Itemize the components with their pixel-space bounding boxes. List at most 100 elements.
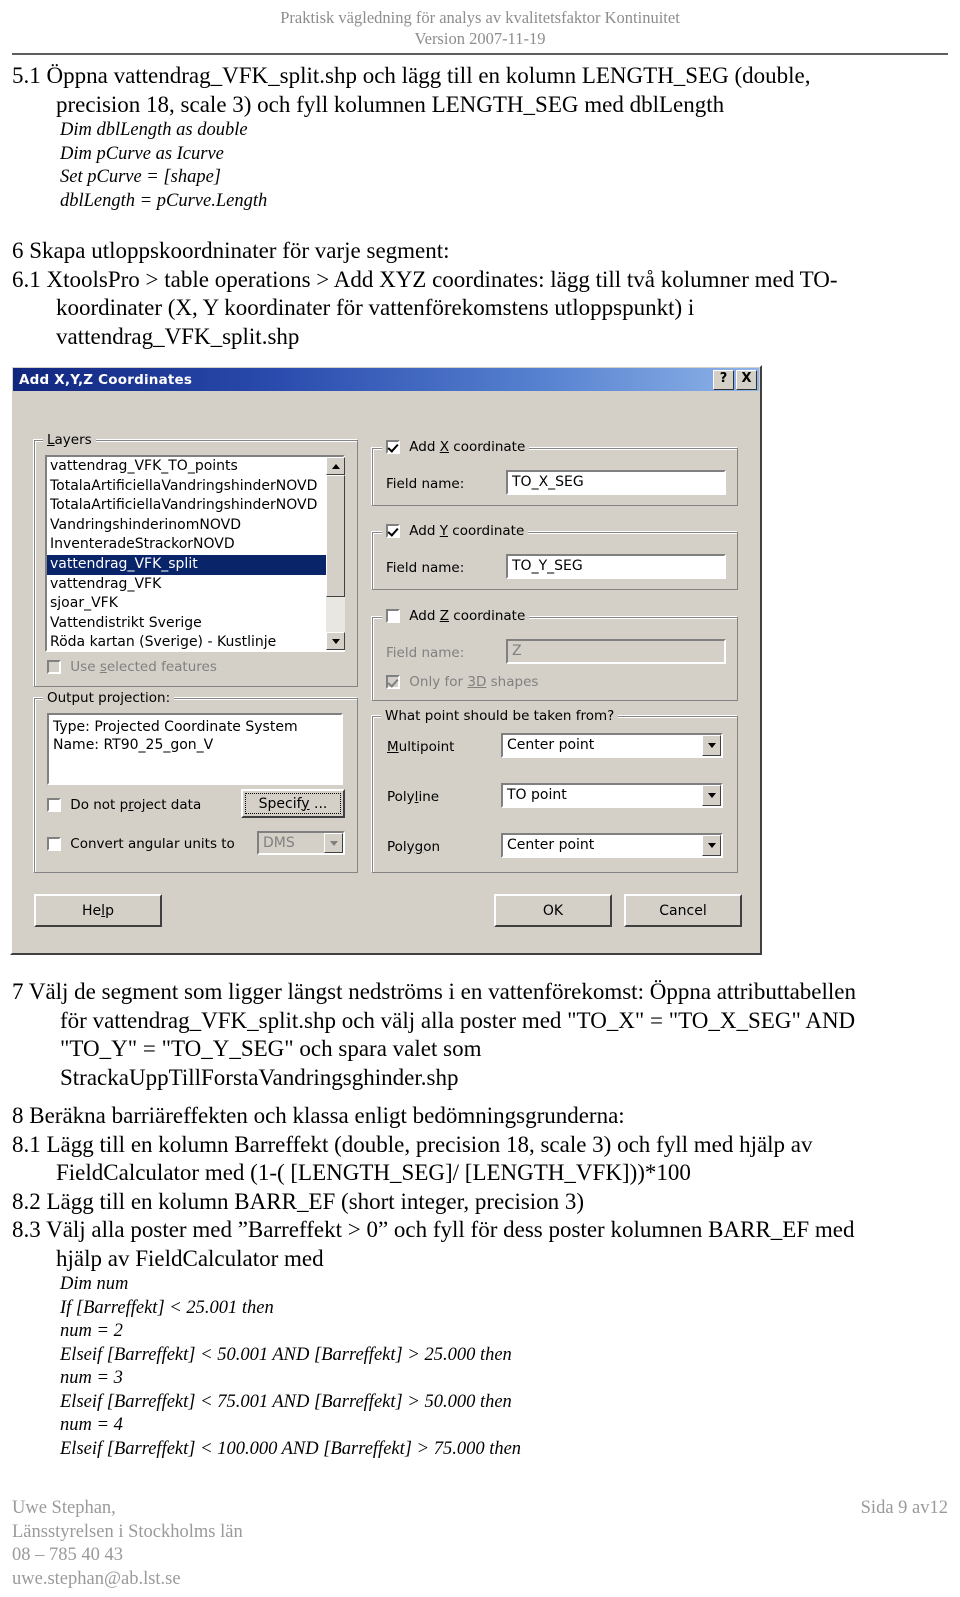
step-6-1-line3: vattendrag_VFK_split.shp [56, 323, 300, 349]
projection-info-box: Type: Projected Coordinate System Name: … [47, 713, 343, 785]
add-x-coordinate-label: Add X coordinate [409, 439, 526, 455]
scroll-up-icon[interactable] [326, 457, 345, 475]
code-8-3-line-6: num = 4 [60, 1415, 123, 1435]
checkbox-box[interactable] [386, 609, 400, 623]
list-item[interactable]: Röda kartan (Sverige) - Kustlinje [47, 633, 343, 650]
z-field-name-label: Field name: [386, 645, 465, 661]
code-5-1-line-0: Dim dblLength as double [60, 120, 248, 140]
scrollbar-track[interactable] [326, 475, 345, 632]
add-z-coordinate-checkbox[interactable]: Add Z coordinate [382, 608, 530, 624]
code-5-1-line-1: Dim pCurve as Icurve [60, 143, 224, 164]
list-item[interactable]: vattendrag_VFK_TO_points [47, 457, 343, 477]
add-y-coordinate-checkbox[interactable]: Add Y coordinate [382, 523, 529, 539]
list-item[interactable]: VandringshinderinomNOVD [47, 516, 343, 536]
step-8-1-line1: 8.1 Lägg till en kolumn Barreffekt (doub… [12, 1131, 813, 1157]
footer-email: uwe.stephan@ab.lst.se [12, 1568, 181, 1589]
step-8-3-line1: 8.3 Välj alla poster med ”Barreffekt > 0… [12, 1217, 855, 1242]
polyline-select[interactable]: TO point [501, 783, 723, 808]
add-xyz-coordinates-dialog[interactable]: Add X,Y,Z Coordinates ? X Layers vattend… [10, 365, 762, 955]
footer-author: Uwe Stephan, [12, 1498, 116, 1518]
spacer-after-step-7 [12, 1092, 948, 1102]
header-divider [12, 53, 948, 55]
close-icon[interactable]: X [736, 369, 757, 390]
add-x-coordinate-checkbox[interactable]: Add X coordinate [382, 439, 530, 455]
code-8-3-line-4: num = 3 [60, 1368, 123, 1388]
code-8-3-line-0: Dim num [60, 1274, 129, 1294]
document-body-upper: 5.1 Öppna vattendrag_VFK_split.shp och l… [12, 62, 948, 351]
code-8-3-line-2: num = 2 [60, 1321, 123, 1341]
projection-name: Name: RT90_25_gon_V [53, 737, 214, 753]
only-for-3d-shapes-checkbox: Only for 3D shapes [386, 674, 538, 690]
step-6: 6 Skapa utloppskoordninater för varje se… [12, 238, 450, 263]
polyline-label: Polyline [387, 789, 440, 805]
angular-units-value: DMS [263, 835, 295, 851]
list-item-selected[interactable]: vattendrag_VFK_split [47, 554, 343, 575]
use-selected-features-checkbox[interactable]: Use selected features [47, 659, 217, 675]
list-item[interactable]: Vattendistrikt Sverige [47, 614, 343, 634]
chevron-down-icon[interactable] [702, 835, 721, 856]
step-7-line2: för vattendrag_VFK_split.shp och välj al… [60, 1007, 856, 1033]
chevron-down-icon[interactable] [324, 833, 343, 853]
layers-scrollbar[interactable] [326, 457, 345, 650]
specify-button-label: Specify ... [258, 795, 328, 812]
step-6-1-line2: koordinater (X, Y koordinater för vatten… [56, 295, 695, 320]
step-5-1-line2: precision 18, scale 3) och fyll kolumnen… [56, 91, 725, 117]
list-item[interactable]: vattendrag_VFK [47, 575, 343, 595]
code-8-3-line-3: Elseif [Barreffekt] < 50.001 AND [Barref… [60, 1344, 512, 1365]
what-point-label: What point should be taken from? [381, 708, 619, 724]
help-button[interactable]: Help [34, 894, 162, 927]
step-7-line4: StrackaUppTillForstaVandringsghinder.shp [60, 1064, 459, 1090]
polygon-label: Polygon [387, 839, 441, 855]
y-field-name-input[interactable]: TO_Y_SEG [506, 554, 726, 579]
step-8-2: 8.2 Lägg till en kolumn BARR_EF (short i… [12, 1188, 585, 1214]
layers-group-label: Layers [43, 432, 96, 448]
list-item[interactable]: TotalaArtificiellaVandringshinderNOVD [47, 477, 343, 497]
angular-units-select[interactable]: DMS [257, 831, 345, 855]
step-8: 8 Beräkna barriäreffekten och klassa enl… [12, 1103, 625, 1128]
code-8-3-line-1: If [Barreffekt] < 25.001 then [60, 1297, 274, 1318]
list-item[interactable]: sjoar_VFK [47, 594, 343, 614]
output-projection-group: Output projection: Type: Projected Coord… [34, 690, 358, 873]
footer-page-number: Sida 9 av12 [860, 1498, 948, 1518]
x-field-name-label: Field name: [386, 476, 465, 492]
list-item[interactable]: InventeradeStrackorNOVD [47, 535, 343, 555]
checkbox-box[interactable] [47, 837, 61, 851]
help-icon[interactable]: ? [713, 369, 734, 390]
dialog-body: Layers vattendrag_VFK_TO_points TotalaAr… [12, 392, 760, 953]
page-footer: Uwe Stephan, Länsstyrelsen i Stockholms … [12, 1497, 948, 1591]
x-field-name-input[interactable]: TO_X_SEG [506, 470, 726, 495]
multipoint-select[interactable]: Center point [501, 733, 723, 758]
header-title-line1: Praktisk vägledning för analys av kvalit… [280, 8, 680, 27]
step-7-line3: "TO_Y" = "TO_Y_SEG" och spara valet som [60, 1036, 482, 1061]
checkbox-box[interactable] [386, 440, 400, 454]
polyline-value: TO point [507, 787, 567, 803]
dialog-titlebar[interactable]: Add X,Y,Z Coordinates ? X [13, 368, 759, 391]
ok-button[interactable]: OK [494, 894, 612, 927]
chevron-down-icon[interactable] [702, 735, 721, 756]
only-for-3d-shapes-label: Only for 3D shapes [409, 674, 539, 690]
checkbox-box[interactable] [47, 660, 61, 674]
scroll-down-icon[interactable] [326, 632, 345, 650]
checkbox-box [386, 675, 400, 689]
checkbox-box[interactable] [386, 524, 400, 538]
convert-angular-units-checkbox[interactable]: Convert angular units to [47, 836, 235, 852]
scrollbar-thumb[interactable] [326, 475, 345, 597]
layers-listbox[interactable]: vattendrag_VFK_TO_points TotalaArtificie… [45, 455, 345, 652]
page-header: Praktisk vägledning för analys av kvalit… [0, 0, 960, 55]
cancel-button[interactable]: Cancel [624, 894, 742, 927]
step-6-1-line1: 6.1 XtoolsPro > table operations > Add X… [12, 266, 838, 292]
spacer-after-code-51 [12, 213, 948, 237]
specify-button[interactable]: Specify ... [241, 789, 345, 818]
code-8-3-line-5: Elseif [Barreffekt] < 75.001 AND [Barref… [60, 1391, 512, 1412]
header-version-line: Version 2007-11-19 [414, 29, 546, 48]
chevron-down-icon[interactable] [702, 785, 721, 806]
polygon-select[interactable]: Center point [501, 833, 723, 858]
checkbox-box[interactable] [47, 798, 61, 812]
step-8-1-line2: FieldCalculator med (1-( [LENGTH_SEG]/ [… [56, 1160, 691, 1185]
step-8-3-line2: hjälp av FieldCalculator med [56, 1245, 324, 1271]
step-5-1-line1: 5.1 Öppna vattendrag_VFK_split.shp och l… [12, 63, 811, 88]
convert-angular-units-label: Convert angular units to [70, 836, 235, 852]
do-not-project-checkbox[interactable]: Do not project data [47, 797, 201, 813]
add-z-coordinate-label: Add Z coordinate [409, 608, 526, 624]
list-item[interactable]: TotalaArtificiellaVandringshinderNOVD [47, 496, 343, 516]
